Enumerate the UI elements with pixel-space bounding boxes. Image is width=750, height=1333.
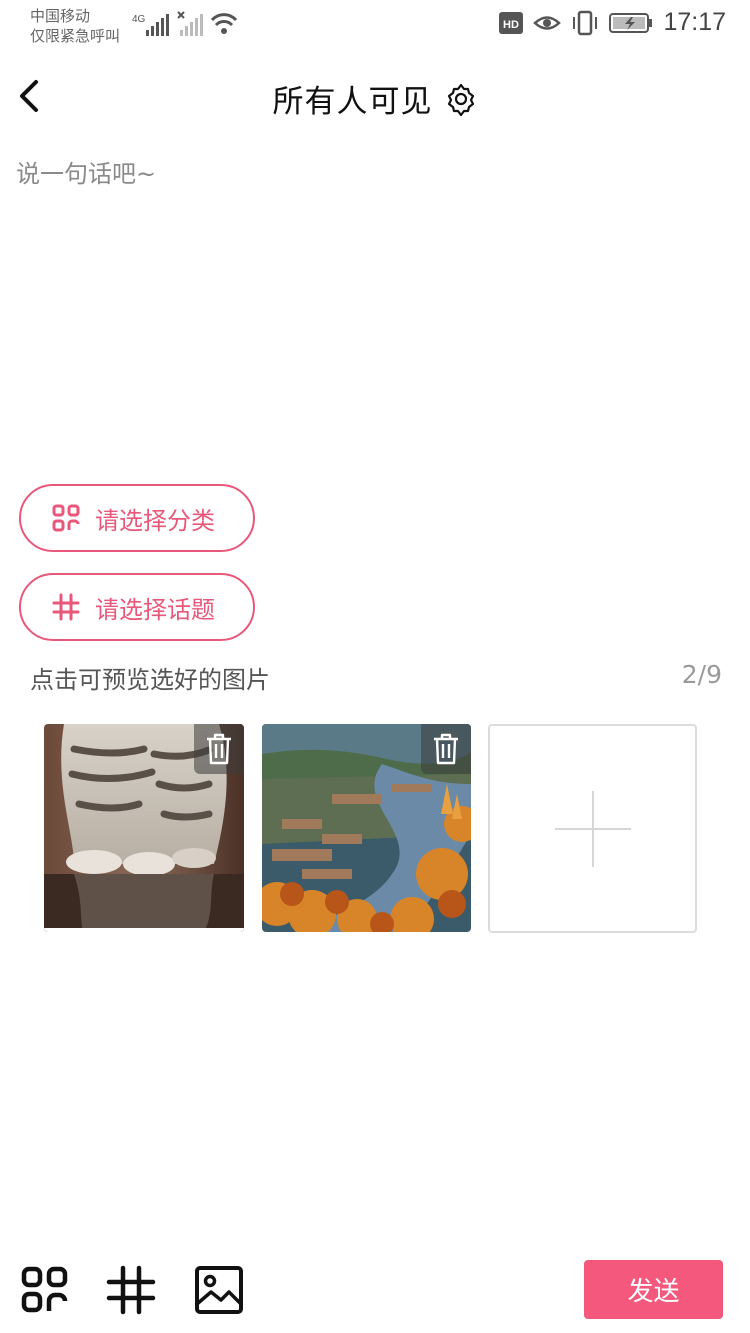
- status-bar: 中国移动 仅限紧急呼叫 4G HD 17:17: [0, 0, 750, 52]
- carrier-status: 仅限紧急呼叫: [30, 27, 121, 45]
- category-grid-icon: [21, 1266, 68, 1313]
- eye-comfort-icon: [533, 15, 562, 30]
- carrier-name: 中国移动: [30, 7, 91, 25]
- image-thumbnail[interactable]: [44, 724, 244, 932]
- add-image-button[interactable]: [488, 724, 697, 933]
- toolbar-category-button[interactable]: [20, 1264, 70, 1316]
- send-button[interactable]: 发送: [584, 1260, 723, 1319]
- svg-text:HD: HD: [503, 19, 519, 31]
- page-title: 所有人可见: [272, 84, 433, 120]
- gear-icon: [447, 83, 474, 116]
- image-icon: [195, 1266, 243, 1314]
- visibility-selector[interactable]: 所有人可见: [0, 76, 750, 121]
- trash-icon: [434, 733, 458, 765]
- delete-image-button[interactable]: [421, 724, 471, 774]
- post-text-input[interactable]: [16, 152, 732, 452]
- vibrate-icon: [573, 10, 598, 35]
- topic-label: 请选择话题: [95, 595, 215, 624]
- battery-charging-icon: [609, 12, 653, 33]
- hd-icon: HD: [499, 11, 524, 34]
- choose-topic-button[interactable]: 请选择话题: [19, 573, 255, 641]
- category-grid-icon: [52, 504, 80, 532]
- hashtag-icon: [52, 593, 80, 621]
- toolbar-image-button[interactable]: [194, 1264, 244, 1316]
- plus-icon: [554, 790, 631, 867]
- category-label: 请选择分类: [95, 506, 215, 535]
- hashtag-icon: [106, 1265, 156, 1315]
- delete-image-button[interactable]: [194, 724, 244, 774]
- choose-category-button[interactable]: 请选择分类: [19, 484, 255, 552]
- network-type: 4G: [132, 14, 146, 25]
- toolbar-topic-button[interactable]: [106, 1264, 156, 1316]
- cellular-signal-icon: 4G: [132, 10, 242, 44]
- nav-bar: 所有人可见: [0, 62, 750, 132]
- image-preview-hint: 点击可预览选好的图片: [30, 666, 270, 694]
- carrier-info: 中国移动 仅限紧急呼叫: [30, 6, 120, 46]
- image-count: 2/9: [681, 660, 722, 689]
- status-right: HD 17:17: [499, 8, 726, 37]
- clock: 17:17: [663, 8, 726, 36]
- trash-icon: [207, 733, 231, 765]
- image-thumbnail[interactable]: [262, 724, 471, 932]
